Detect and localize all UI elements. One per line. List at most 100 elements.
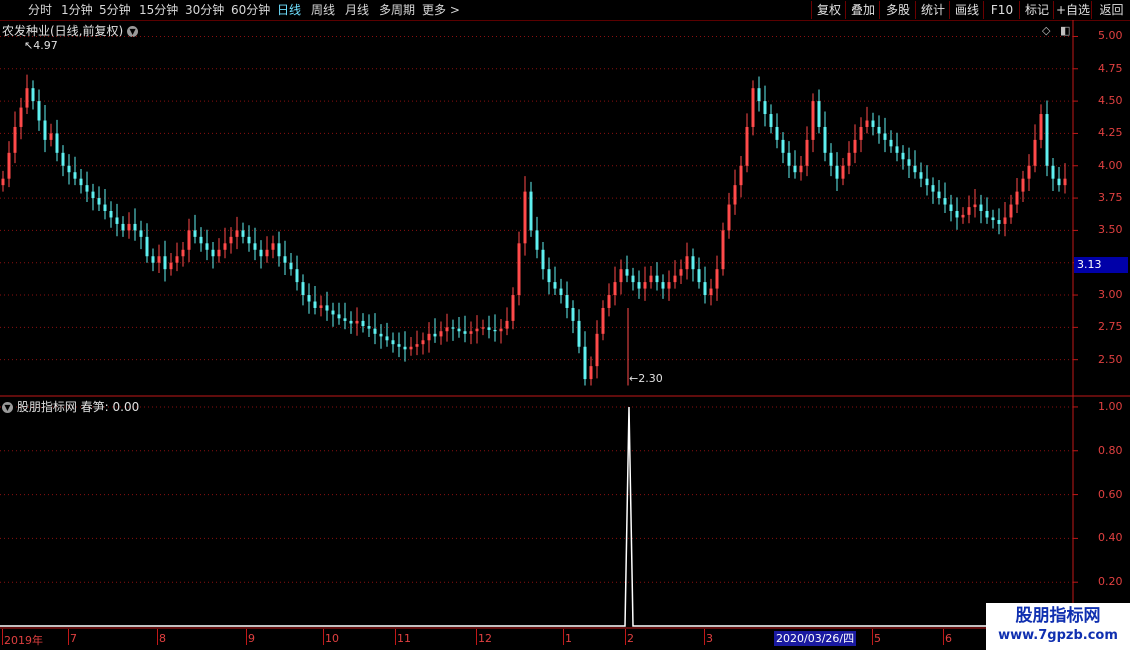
candle-body <box>235 230 239 237</box>
candle-body <box>985 211 989 218</box>
candle-body <box>43 120 47 140</box>
candle-body <box>409 346 413 350</box>
indicator-tick-label: 1.00 <box>1098 399 1123 413</box>
candle-body <box>625 269 629 276</box>
candle-body <box>97 198 101 205</box>
candle-body <box>805 139 809 166</box>
candle-body <box>871 120 875 127</box>
candle-body <box>13 126 17 153</box>
time-tick-label: 6 <box>945 632 952 645</box>
candle-body <box>1009 204 1013 218</box>
candle-body <box>883 133 887 140</box>
candle-body <box>775 126 779 140</box>
price-tick-label: 3.00 <box>1098 288 1123 302</box>
candle-body <box>283 256 287 263</box>
time-tick <box>625 629 626 645</box>
candle-body <box>397 344 401 347</box>
chevron-down-icon[interactable]: ▼ <box>2 402 13 413</box>
candle-body <box>1033 139 1037 166</box>
candle-body <box>703 282 707 296</box>
indicator-title: 股朋指标网 <box>16 400 77 414</box>
candle-body <box>277 243 281 257</box>
candle-body <box>715 269 719 289</box>
candle-body <box>655 275 659 283</box>
indicator-line <box>0 406 1073 627</box>
price-tick-label: 5.00 <box>1098 29 1123 43</box>
candle-body <box>253 243 257 250</box>
candle-body <box>217 249 221 257</box>
time-tick <box>563 629 564 645</box>
candle-body <box>853 139 857 153</box>
candle-body <box>421 340 425 345</box>
candle-body <box>679 269 683 276</box>
candle-body <box>1051 165 1055 179</box>
candle-body <box>697 269 701 283</box>
candle-body <box>127 223 131 231</box>
kline-chart[interactable] <box>0 0 1130 650</box>
candle-body <box>169 262 173 270</box>
time-tick <box>395 629 396 645</box>
candle-body <box>325 305 329 311</box>
candle-body <box>733 185 737 205</box>
candle-body <box>67 165 71 173</box>
candle-body <box>835 165 839 179</box>
candle-body <box>31 88 35 102</box>
candle-body <box>181 249 185 257</box>
candle-body <box>523 191 527 244</box>
watermark-url: www.7gpzb.com <box>998 628 1118 643</box>
candle-body <box>661 282 665 289</box>
price-tick-label: 4.50 <box>1098 94 1123 108</box>
indicator-series-label: 春笋: 0.00 <box>80 400 140 414</box>
low-price-label: 2.30 <box>638 372 663 385</box>
time-tick-label: 8 <box>159 632 166 645</box>
candle-body <box>919 172 923 179</box>
candle-body <box>25 88 29 108</box>
candle-body <box>997 220 1001 224</box>
candle-body <box>211 249 215 257</box>
candle-body <box>307 295 311 302</box>
candle-body <box>469 331 473 334</box>
indicator-tick-label: 0.20 <box>1098 575 1123 589</box>
candle-body <box>541 249 545 270</box>
candle-body <box>991 217 995 221</box>
candle-body <box>193 230 197 237</box>
selected-date-badge: 2020/03/26/四 <box>774 631 857 646</box>
time-tick-label: 1 <box>565 632 572 645</box>
candle-body <box>427 333 431 341</box>
candle-body <box>841 165 845 179</box>
candle-body <box>889 139 893 147</box>
candle-body <box>1003 217 1007 224</box>
candle-body <box>37 101 41 121</box>
price-tick-label: 4.25 <box>1098 126 1123 140</box>
candle-body <box>631 275 635 283</box>
candle-body <box>79 178 83 186</box>
candle-body <box>385 336 389 341</box>
current-price-badge: 3.13 <box>1074 257 1128 273</box>
candle-body <box>961 214 965 218</box>
candle-body <box>673 275 677 283</box>
candle-body <box>271 243 275 250</box>
candle-body <box>637 282 641 289</box>
candle-body <box>877 126 881 134</box>
candle-body <box>925 178 929 186</box>
candle-body <box>73 172 77 179</box>
candle-body <box>865 120 869 127</box>
candle-body <box>163 256 167 270</box>
candle-body <box>517 243 521 296</box>
time-tick-label: 10 <box>325 632 339 645</box>
candle-body <box>913 165 917 173</box>
candle-body <box>931 185 935 192</box>
candle-body <box>757 88 761 102</box>
candle-body <box>1027 165 1031 179</box>
price-tick-label: 2.75 <box>1098 320 1123 334</box>
candle-body <box>511 295 515 321</box>
time-tick <box>157 629 158 645</box>
candle-body <box>109 211 113 218</box>
candle-body <box>907 159 911 166</box>
candle-body <box>607 295 611 308</box>
candle-body <box>565 295 569 308</box>
indicator-tick-label: 0.80 <box>1098 443 1123 457</box>
candle-body <box>487 327 491 330</box>
candle-body <box>343 318 347 321</box>
candle-body <box>967 207 971 215</box>
